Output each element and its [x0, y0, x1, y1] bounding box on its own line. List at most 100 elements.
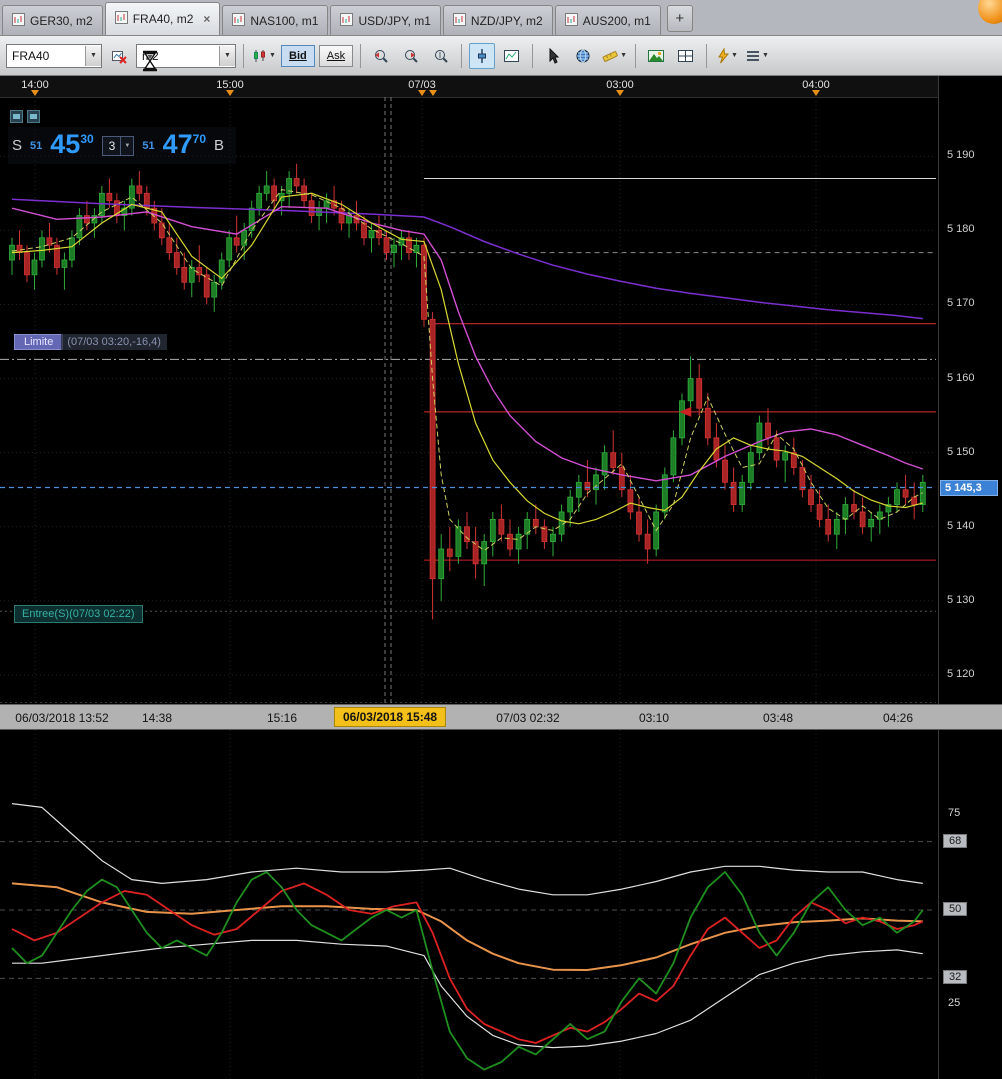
tab-label: FRA40, m2 — [132, 12, 194, 26]
chevron-down-icon[interactable]: ▼ — [85, 45, 101, 66]
chevron-down-icon[interactable]: ▼ — [120, 137, 133, 155]
toolbar-separator — [635, 43, 637, 68]
chart-type-button[interactable]: ▼ — [251, 43, 277, 69]
oscillator-tick-label: 68 — [943, 833, 968, 848]
price-tick-label: 5 120 — [947, 667, 975, 680]
chart-tab-icon — [340, 12, 354, 29]
price-scale[interactable]: 5 190 5 180 5 170 5 160 5 150 5 140 5 130 5 120… — [938, 76, 1002, 704]
zoom-forward-button[interactable] — [398, 43, 424, 69]
main-chart-panel[interactable]: 14:00 15:00 07/03 03:00 04:00 5 190 5 180 5 17… — [0, 76, 1002, 704]
symbol-combo[interactable]: FRA40 ▼ — [6, 43, 102, 68]
toolbar-separator — [243, 43, 244, 68]
tab-nzd-jpy[interactable]: NZD/JPY, m2 — [442, 5, 553, 35]
chart-tab-icon — [12, 12, 25, 29]
chevron-down-icon[interactable]: ▼ — [762, 52, 769, 59]
oscillator-tick-label: 75 — [948, 807, 961, 819]
sell-price-button[interactable]: 45 30 — [50, 131, 93, 158]
chevron-down-icon[interactable]: ▼ — [219, 45, 235, 66]
price-tick-label: 5 170 — [947, 297, 975, 310]
ask-button[interactable]: Ask — [318, 44, 354, 67]
status-ball-icon — [978, 0, 1002, 24]
buy-side-label[interactable]: B — [214, 137, 224, 154]
trading-workspace: GER30, m2 FRA40, m2 × NAS100, m1 USD/JPY, m1… — [0, 0, 1002, 1079]
chevron-down-icon[interactable]: ▼ — [731, 52, 738, 59]
band-upper — [11, 803, 923, 896]
chart-tool-icon[interactable] — [10, 110, 23, 123]
sell-side-label[interactable]: S — [12, 137, 22, 154]
buy-price-button[interactable]: 47 70 — [163, 131, 206, 158]
tab-ger30[interactable]: GER30, m2 — [2, 5, 103, 35]
price-tick-label: 5 180 — [947, 223, 975, 236]
indicator-window-button[interactable] — [499, 43, 525, 69]
toolbar-separator — [706, 43, 708, 68]
oscillator-tick-label: 32 — [943, 970, 968, 985]
chevron-down-icon[interactable]: ▼ — [620, 52, 627, 59]
new-tab-button[interactable]: + — [666, 5, 693, 32]
tab-close-icon[interactable]: × — [203, 13, 210, 25]
time-tick-label: 04:26 — [882, 711, 914, 725]
tab-aus200[interactable]: AUS200, m1 — [554, 5, 661, 35]
time-tick-label: 03:48 — [762, 711, 794, 725]
price-tick-label: 5 140 — [947, 519, 975, 532]
zoom-back-button[interactable] — [368, 43, 394, 69]
quick-trade-button[interactable]: ▼ — [714, 43, 740, 69]
axis-marker-icon — [616, 90, 624, 96]
zoom-box-button[interactable]: I — [428, 43, 454, 69]
time-tick-label: 14:38 — [141, 711, 173, 725]
quantity-stepper[interactable]: 3 ▼ — [101, 136, 135, 156]
entry-tag[interactable]: Entree(S)(07/03 02:22) — [14, 605, 143, 623]
price-tick-label: 5 150 — [947, 445, 975, 458]
axis-marker-icon — [31, 90, 39, 96]
vertical-cursor-button[interactable] — [469, 42, 496, 69]
price-tick-label: 5 130 — [947, 593, 975, 606]
oscillator-chart[interactable] — [0, 730, 938, 1079]
oscillator-tick-label: 25 — [948, 997, 961, 1009]
globe-button[interactable] — [570, 43, 596, 69]
current-price-tag: 5 145,3 — [940, 479, 998, 496]
measure-button[interactable]: ▼ — [600, 43, 628, 69]
tab-label: NAS100, m1 — [250, 13, 319, 28]
limit-order-tag[interactable]: Limite (07/03 03:20,-16,4) — [14, 334, 167, 350]
axis-marker-icon — [812, 90, 820, 96]
chart-tab-icon — [114, 11, 128, 27]
chart-tab-icon — [232, 12, 246, 29]
ma-slow-purple — [11, 198, 923, 320]
tab-nas100[interactable]: NAS100, m1 — [222, 5, 329, 35]
ma-faster-yellow-dashed — [11, 189, 924, 552]
indicator-panel[interactable]: 75 68 50 32 25 — [0, 730, 1002, 1079]
time-axis-bottom[interactable]: 06/03/2018 13:52 14:38 15:16 06/03/2018 15:… — [0, 704, 1002, 730]
bid-button[interactable]: Bid — [281, 44, 315, 67]
pointer-button[interactable] — [540, 43, 566, 69]
limit-order-info: (07/03 03:20,-16,4) — [61, 334, 167, 350]
buy-price-prefix: 51 — [142, 140, 155, 152]
line-tools-button[interactable]: ▼ — [744, 43, 770, 69]
toolbar-separator — [360, 43, 362, 68]
trade-widget: S 51 45 30 3 ▼ 51 47 70 B — [8, 110, 237, 164]
chart-tool-icon[interactable] — [27, 110, 40, 123]
hourglass-cursor-icon — [141, 50, 159, 77]
tab-fra40[interactable]: FRA40, m2 × — [104, 2, 221, 35]
tab-usd-jpy[interactable]: USD/JPY, m1 — [330, 5, 441, 35]
time-tick-label: 07/03 02:32 — [496, 711, 560, 725]
limit-order-chip[interactable]: Limite — [14, 334, 64, 350]
svg-text:I: I — [439, 51, 441, 60]
ma-fast-yellow — [11, 192, 923, 525]
selected-time-label[interactable]: 06/03/2018 15:48 — [333, 707, 447, 727]
tab-label: AUS200, m1 — [582, 13, 651, 28]
layout-button[interactable] — [673, 43, 699, 69]
axis-marker-icon — [226, 90, 234, 96]
chart-tab-icon — [452, 12, 466, 29]
axis-marker-icon — [418, 90, 426, 96]
remove-study-button[interactable] — [106, 43, 132, 69]
time-tick-label: 03:10 — [638, 711, 670, 725]
price-tick-label: 5 160 — [947, 371, 975, 384]
tab-bar: GER30, m2 FRA40, m2 × NAS100, m1 USD/JPY, m1… — [0, 0, 1002, 36]
symbol-combo-value: FRA40 — [12, 48, 50, 63]
band-lower — [12, 939, 923, 1049]
oscillator-scale[interactable]: 75 68 50 32 25 — [938, 730, 1002, 1079]
snapshot-button[interactable] — [643, 43, 669, 69]
chart-tab-icon — [564, 12, 578, 29]
oscillator-tick-label: 50 — [943, 902, 968, 916]
chevron-down-icon[interactable]: ▼ — [269, 52, 276, 59]
toolbar-separator — [461, 43, 463, 68]
